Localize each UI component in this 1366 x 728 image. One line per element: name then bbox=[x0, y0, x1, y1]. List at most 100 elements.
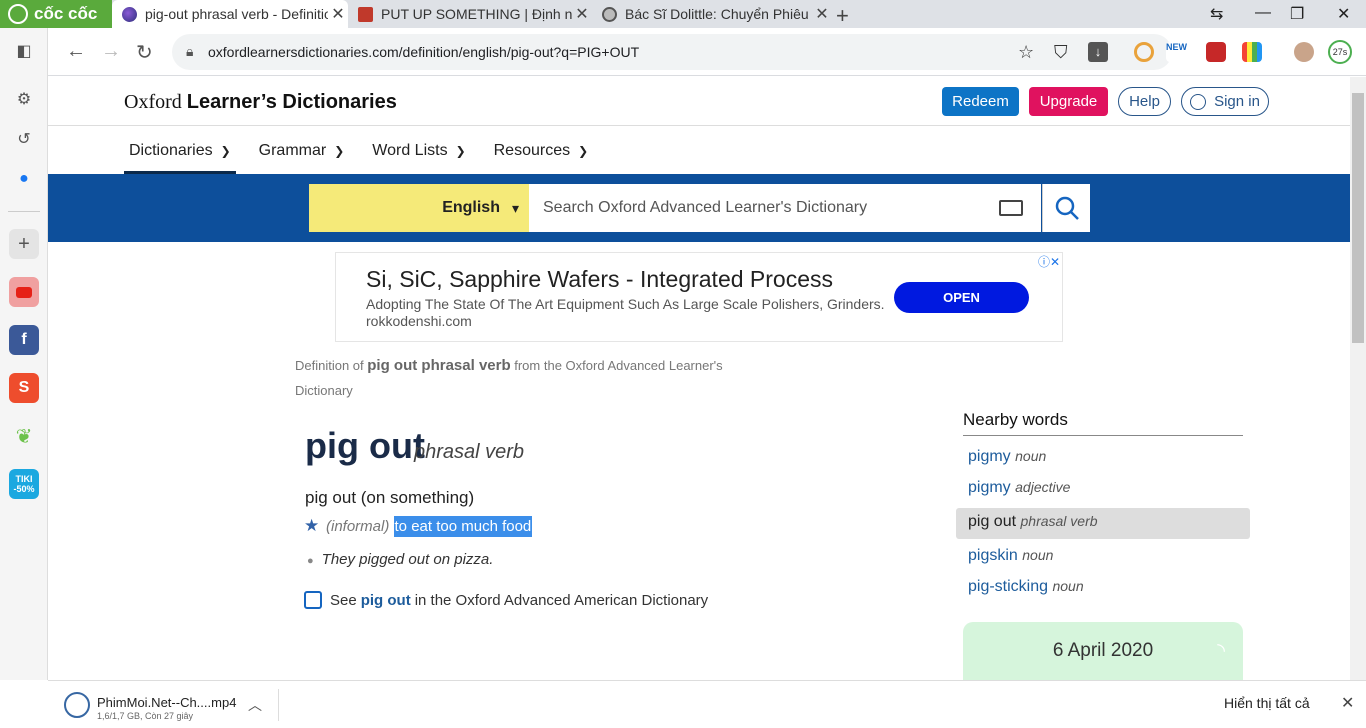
upgrade-button[interactable]: Upgrade bbox=[1029, 87, 1108, 116]
nearby-pos: noun bbox=[1052, 578, 1084, 594]
sign-in-button[interactable]: Sign in bbox=[1181, 87, 1269, 116]
close-window-button[interactable]: ✕ bbox=[1337, 4, 1350, 24]
timer-extension-icon[interactable]: 27s bbox=[1328, 40, 1352, 64]
tab-cambridge[interactable]: PUT UP SOMETHING | Định nghĩa ✕ bbox=[348, 0, 592, 28]
example-text: They pigged out on pizza. bbox=[321, 551, 494, 568]
advertisement[interactable]: Si, SiC, Sapphire Wafers - Integrated Pr… bbox=[335, 252, 1063, 342]
download-progress-icon bbox=[64, 692, 90, 718]
rss-icon[interactable]: ◝ bbox=[1217, 638, 1225, 663]
reload-icon[interactable]: ↻ bbox=[136, 40, 153, 65]
oxford-favicon-icon bbox=[122, 6, 137, 22]
search-input[interactable]: Search Oxford Advanced Learner's Diction… bbox=[529, 184, 1041, 232]
settings-gear-icon[interactable]: ⚙ bbox=[9, 84, 39, 114]
close-tab-icon[interactable]: ✕ bbox=[812, 4, 832, 24]
main-nav: Dictionaries ❯ Grammar ❯ Word Lists ❯ Resou… bbox=[124, 126, 611, 174]
redeem-button[interactable]: Redeem bbox=[942, 87, 1019, 116]
close-tab-icon[interactable]: ✕ bbox=[328, 4, 348, 24]
bookmark-star-icon[interactable]: ☆ bbox=[1018, 42, 1034, 63]
nearby-word: pig-sticking bbox=[968, 578, 1049, 595]
extension-new-icon[interactable]: NEW bbox=[1166, 42, 1187, 62]
ad-headline[interactable]: Si, SiC, Sapphire Wafers - Integrated Pr… bbox=[366, 266, 833, 293]
search-icon bbox=[1055, 196, 1079, 220]
sidebar-toggle-icon[interactable]: ◧ bbox=[9, 36, 39, 66]
close-tab-icon[interactable]: ✕ bbox=[572, 4, 592, 24]
new-tab-button[interactable]: + bbox=[836, 3, 849, 29]
language-select[interactable]: English ▾ bbox=[309, 184, 529, 232]
download-divider bbox=[278, 689, 279, 721]
source-word: pig out phrasal verb bbox=[367, 357, 511, 374]
download-shelf: PhimMoi.Net--Ch....mp4 1,6/1,7 GB, Còn 2… bbox=[48, 680, 1366, 728]
chevron-down-icon: ▾ bbox=[511, 199, 519, 216]
nearby-pos: adjective bbox=[1015, 479, 1071, 495]
shopee-icon[interactable]: S bbox=[9, 373, 39, 403]
tab-search-icon[interactable]: ⇆ bbox=[1210, 4, 1223, 24]
nearby-word: pig out bbox=[968, 513, 1017, 530]
tab-oxford[interactable]: pig-out phrasal verb - Definition ✕ bbox=[112, 0, 348, 28]
nav-label: Resources bbox=[493, 142, 571, 159]
toolbar: ← → ↻ 🔒︎ oxfordlearnersdictionaries.com/… bbox=[48, 28, 1366, 76]
show-all-downloads-button[interactable]: Hiển thị tất cả bbox=[1224, 695, 1310, 711]
nearby-item[interactable]: pigmy adjective bbox=[956, 474, 1250, 505]
nearby-word: pigmy bbox=[968, 479, 1011, 496]
nearby-item[interactable]: pigmy noun bbox=[956, 443, 1250, 474]
coccoc-menu-button[interactable]: cốc cốc bbox=[0, 0, 112, 28]
download-status: 1,6/1,7 GB, Còn 27 giây bbox=[97, 711, 194, 721]
external-link-icon bbox=[304, 591, 322, 609]
extension-red-icon[interactable] bbox=[1206, 42, 1226, 62]
nav-grammar[interactable]: Grammar ❯ bbox=[254, 126, 350, 174]
tiki-icon[interactable]: TIKI -50% bbox=[9, 469, 39, 499]
nav-dictionaries[interactable]: Dictionaries ❯ bbox=[124, 126, 236, 174]
lock-icon: 🔒︎ bbox=[186, 43, 194, 59]
minimize-button[interactable]: — bbox=[1255, 4, 1271, 22]
scrollbar-thumb[interactable] bbox=[1352, 93, 1364, 343]
nearby-item[interactable]: pig-sticking noun bbox=[956, 573, 1250, 604]
address-bar[interactable]: 🔒︎ oxfordlearnersdictionaries.com/defini… bbox=[172, 34, 1172, 70]
maximize-button[interactable]: ❐ bbox=[1290, 4, 1304, 24]
close-shelf-icon[interactable]: ✕ bbox=[1341, 693, 1354, 713]
add-app-icon[interactable]: + bbox=[9, 229, 39, 259]
messenger-icon[interactable]: ● bbox=[9, 164, 39, 194]
keyboard-icon[interactable] bbox=[999, 200, 1023, 216]
shield-icon[interactable]: ⛉ bbox=[1054, 42, 1068, 63]
green-leaf-app-icon[interactable]: ❦ bbox=[9, 421, 39, 451]
nearby-item[interactable]: pigskin noun bbox=[956, 542, 1250, 573]
download-filename[interactable]: PhimMoi.Net--Ch....mp4 bbox=[97, 695, 236, 710]
download-icon[interactable]: ↓ bbox=[1088, 42, 1108, 62]
chevron-down-icon: ❯ bbox=[455, 144, 466, 158]
search-placeholder: Search Oxford Advanced Learner's Diction… bbox=[543, 199, 868, 216]
tab-dolittle[interactable]: Bác Sĩ Dolittle: Chuyển Phiêu Lưu ✕ bbox=[592, 0, 832, 28]
forward-icon[interactable]: → bbox=[101, 40, 121, 63]
page-scrollbar[interactable] bbox=[1350, 77, 1366, 680]
headword: pig out bbox=[305, 425, 425, 466]
youtube-icon[interactable] bbox=[9, 277, 39, 307]
nav-resources[interactable]: Resources ❯ bbox=[489, 126, 594, 174]
extension-color-icon[interactable] bbox=[1242, 42, 1262, 62]
nav-label: Word Lists bbox=[372, 142, 448, 159]
coccoc-logo-icon bbox=[8, 4, 28, 24]
back-icon[interactable]: ← bbox=[66, 40, 86, 63]
adchoices-icon[interactable]: ⓘ✕ bbox=[1038, 253, 1060, 270]
user-icon bbox=[1190, 93, 1207, 110]
ad-open-button[interactable]: OPEN bbox=[894, 282, 1029, 313]
search-button[interactable] bbox=[1042, 184, 1090, 232]
wotd-date: 6 April 2020 bbox=[1052, 640, 1154, 661]
profile-avatar[interactable] bbox=[1294, 42, 1314, 62]
nav-label: Dictionaries bbox=[129, 142, 213, 159]
site-logo[interactable]: Oxford Learner’s Dictionaries bbox=[124, 91, 397, 114]
page-content: Oxford Learner’s Dictionaries Redeem Upg… bbox=[48, 77, 1350, 680]
extension-chrome-icon[interactable] bbox=[1134, 42, 1154, 62]
see-post: in the Oxford Advanced American Dictiona… bbox=[414, 591, 709, 609]
nearby-item-current[interactable]: pig out phrasal verb bbox=[956, 508, 1250, 539]
url-text[interactable]: oxfordlearnersdictionaries.com/definitio… bbox=[208, 44, 639, 60]
nearby-word: pigskin bbox=[968, 547, 1018, 564]
help-button[interactable]: Help bbox=[1118, 87, 1171, 116]
nav-word-lists[interactable]: Word Lists ❯ bbox=[367, 126, 470, 174]
word-of-the-day-card[interactable]: 6 April 2020 ◝ bbox=[963, 622, 1243, 680]
tab-title: pig-out phrasal verb - Definition bbox=[145, 6, 328, 22]
chevron-up-icon[interactable]: ︿ bbox=[248, 695, 262, 715]
see-also-link[interactable]: pig out bbox=[361, 592, 411, 609]
facebook-icon[interactable]: f bbox=[9, 325, 39, 355]
see-pre: See bbox=[330, 591, 357, 609]
definition-source: Definition of pig out phrasal verb from … bbox=[295, 353, 735, 403]
history-icon[interactable]: ↺ bbox=[9, 124, 39, 154]
